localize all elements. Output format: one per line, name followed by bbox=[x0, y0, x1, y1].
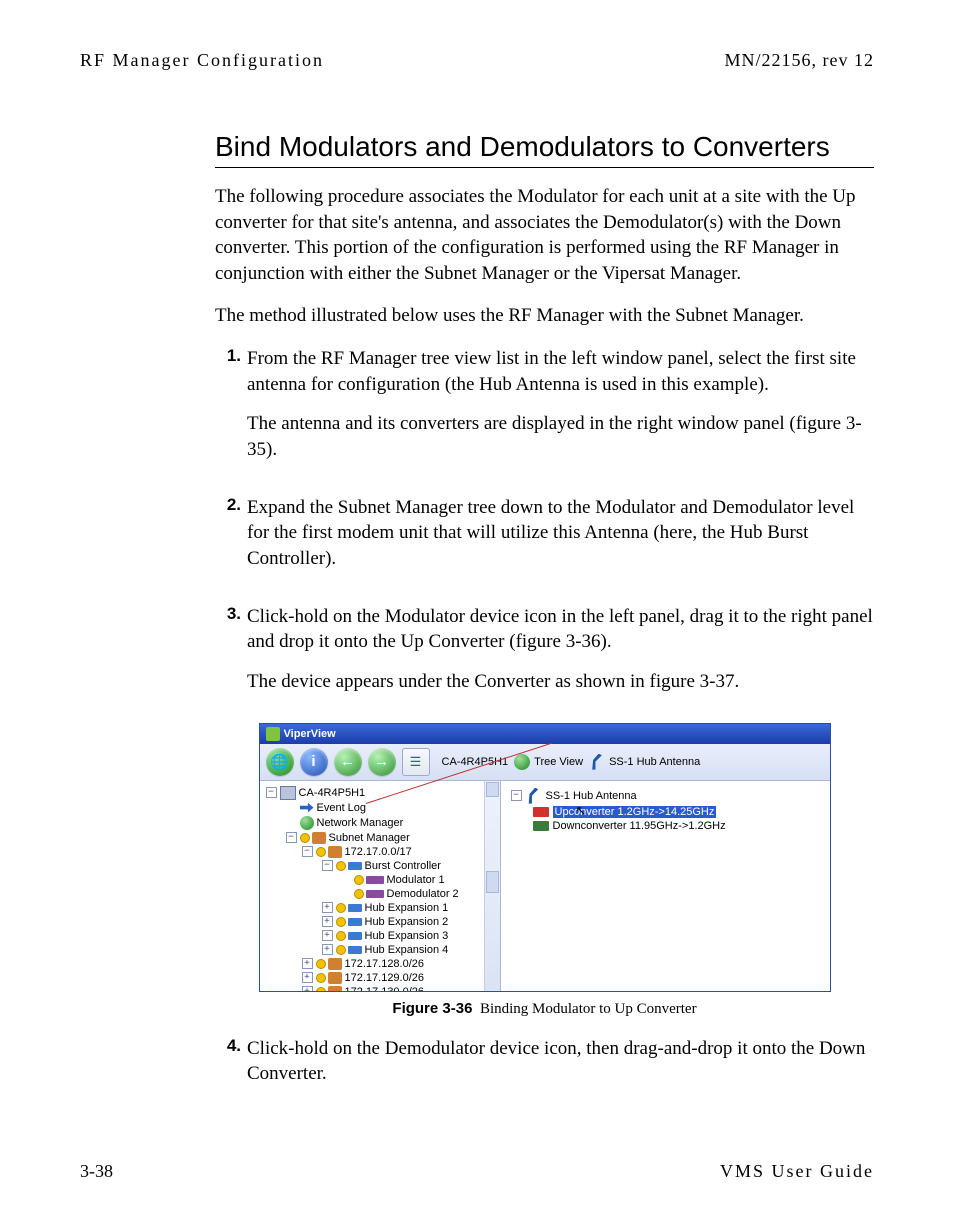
status-icon bbox=[354, 889, 364, 899]
downconverter-icon bbox=[533, 821, 549, 831]
step-number-4: 4. bbox=[215, 1036, 241, 1101]
viperview-window: ViperView 🌐 i ← → ☰ CA-4R4P5H1 Tree View… bbox=[259, 723, 831, 992]
tree-hub-exp-4[interactable]: Hub Expansion 4 bbox=[365, 944, 449, 956]
tree-subnet-3[interactable]: 172.17.129.0/26 bbox=[345, 972, 425, 984]
tree-subnet-4[interactable]: 172.17.130.0/26 bbox=[345, 986, 425, 991]
app-icon bbox=[266, 727, 280, 741]
step-1-text-a: From the RF Manager tree view list in th… bbox=[247, 346, 874, 397]
demodulator-icon bbox=[366, 890, 384, 898]
status-icon bbox=[316, 847, 326, 857]
expand-icon[interactable]: − bbox=[511, 790, 522, 801]
figure-label: Figure 3-36 bbox=[392, 1000, 472, 1017]
running-head-left: RF Manager Configuration bbox=[80, 50, 324, 71]
intro-paragraph-1: The following procedure associates the M… bbox=[215, 184, 874, 287]
home-globe-button[interactable]: 🌐 bbox=[266, 748, 294, 776]
status-icon bbox=[336, 945, 346, 955]
expand-icon[interactable]: + bbox=[322, 930, 333, 941]
figure-caption: Binding Modulator to Up Converter bbox=[480, 1001, 697, 1017]
tree-subnet-1[interactable]: 172.17.0.0/17 bbox=[345, 846, 412, 858]
step-number-3: 3. bbox=[215, 604, 241, 709]
expand-icon[interactable]: + bbox=[322, 916, 333, 927]
subnet-icon bbox=[328, 972, 342, 984]
breadcrumb-view[interactable]: Tree View bbox=[534, 756, 583, 768]
globe-icon bbox=[514, 754, 530, 770]
status-icon bbox=[316, 973, 326, 983]
tree-subnet-2[interactable]: 172.17.128.0/26 bbox=[345, 958, 425, 970]
page-number: 3-38 bbox=[80, 1161, 113, 1182]
antenna-icon bbox=[526, 788, 542, 804]
breadcrumb-root[interactable]: CA-4R4P5H1 bbox=[442, 756, 509, 768]
expand-icon[interactable]: + bbox=[302, 986, 313, 991]
event-log-icon bbox=[300, 802, 314, 814]
tree-hub-exp-2[interactable]: Hub Expansion 2 bbox=[365, 916, 449, 928]
running-head-right: MN/22156, rev 12 bbox=[725, 50, 875, 71]
device-icon bbox=[348, 862, 362, 870]
step-3-text-b: The device appears under the Converter a… bbox=[247, 669, 874, 695]
status-icon bbox=[300, 833, 310, 843]
step-number-2: 2. bbox=[215, 495, 241, 586]
forward-button[interactable]: → bbox=[368, 748, 396, 776]
tree-subnet-manager[interactable]: Subnet Manager bbox=[329, 832, 410, 844]
tree-demodulator-2[interactable]: Demodulator 2 bbox=[387, 888, 459, 900]
window-titlebar[interactable]: ViperView bbox=[260, 724, 830, 744]
step-number-1: 1. bbox=[215, 346, 241, 477]
tree-modulator-1[interactable]: Modulator 1 bbox=[387, 874, 445, 886]
tree-network-manager[interactable]: Network Manager bbox=[317, 817, 404, 829]
status-icon bbox=[336, 861, 346, 871]
expand-icon[interactable]: − bbox=[302, 846, 313, 857]
step-3-text-a: Click-hold on the Modulator device icon … bbox=[247, 604, 874, 655]
subnet-icon bbox=[328, 846, 342, 858]
intro-paragraph-2: The method illustrated below uses the RF… bbox=[215, 303, 874, 329]
status-icon bbox=[336, 903, 346, 913]
expand-icon[interactable]: + bbox=[322, 902, 333, 913]
expand-icon[interactable]: − bbox=[322, 860, 333, 871]
tree-event-log[interactable]: Event Log bbox=[317, 802, 367, 814]
right-downconverter[interactable]: Downconverter 11.95GHz->1.2GHz bbox=[553, 820, 726, 832]
subnet-icon bbox=[312, 832, 326, 844]
step-1-text-b: The antenna and its converters are displ… bbox=[247, 411, 874, 462]
tree-toggle-button[interactable]: ☰ bbox=[402, 748, 430, 776]
network-icon bbox=[300, 816, 314, 830]
status-icon bbox=[316, 959, 326, 969]
subnet-icon bbox=[328, 958, 342, 970]
server-icon bbox=[280, 786, 296, 800]
upconverter-icon bbox=[533, 807, 549, 817]
device-icon bbox=[348, 918, 362, 926]
drag-cursor-icon: ↖ bbox=[576, 803, 587, 819]
antenna-icon bbox=[589, 754, 605, 770]
status-icon bbox=[316, 987, 326, 991]
expand-icon[interactable]: + bbox=[302, 972, 313, 983]
left-tree-panel[interactable]: − CA-4R4P5H1 Event Log Network Manager − S… bbox=[260, 781, 501, 991]
toolbar: 🌐 i ← → ☰ CA-4R4P5H1 Tree View SS-1 Hub … bbox=[260, 744, 830, 781]
tree-hub-exp-3[interactable]: Hub Expansion 3 bbox=[365, 930, 449, 942]
breadcrumb-leaf[interactable]: SS-1 Hub Antenna bbox=[609, 756, 700, 768]
device-icon bbox=[348, 932, 362, 940]
expand-icon[interactable]: − bbox=[266, 787, 277, 798]
expand-icon[interactable]: + bbox=[322, 944, 333, 955]
right-antenna[interactable]: SS-1 Hub Antenna bbox=[546, 790, 637, 802]
tree-hub-exp-1[interactable]: Hub Expansion 1 bbox=[365, 902, 449, 914]
section-heading: Bind Modulators and Demodulators to Conv… bbox=[215, 131, 874, 168]
status-icon bbox=[336, 931, 346, 941]
tree-burst-controller[interactable]: Burst Controller bbox=[365, 860, 441, 872]
window-title: ViperView bbox=[284, 728, 336, 740]
footer-guide-title: VMS User Guide bbox=[720, 1161, 874, 1182]
expand-icon[interactable]: − bbox=[286, 832, 297, 843]
step-2-text: Expand the Subnet Manager tree down to t… bbox=[247, 495, 874, 572]
right-tree-panel[interactable]: −SS-1 Hub Antenna Upconverter 1.2GHz->14… bbox=[501, 781, 830, 991]
about-button[interactable]: i bbox=[300, 748, 328, 776]
device-icon bbox=[348, 904, 362, 912]
modulator-icon bbox=[366, 876, 384, 884]
back-button[interactable]: ← bbox=[334, 748, 362, 776]
scrollbar[interactable] bbox=[484, 781, 500, 991]
subnet-icon bbox=[328, 986, 342, 991]
status-icon bbox=[354, 875, 364, 885]
tree-root[interactable]: CA-4R4P5H1 bbox=[299, 787, 366, 799]
step-4-text: Click-hold on the Demodulator device ico… bbox=[247, 1036, 874, 1087]
status-icon bbox=[336, 917, 346, 927]
device-icon bbox=[348, 946, 362, 954]
breadcrumb: CA-4R4P5H1 Tree View SS-1 Hub Antenna bbox=[442, 754, 701, 770]
expand-icon[interactable]: + bbox=[302, 958, 313, 969]
